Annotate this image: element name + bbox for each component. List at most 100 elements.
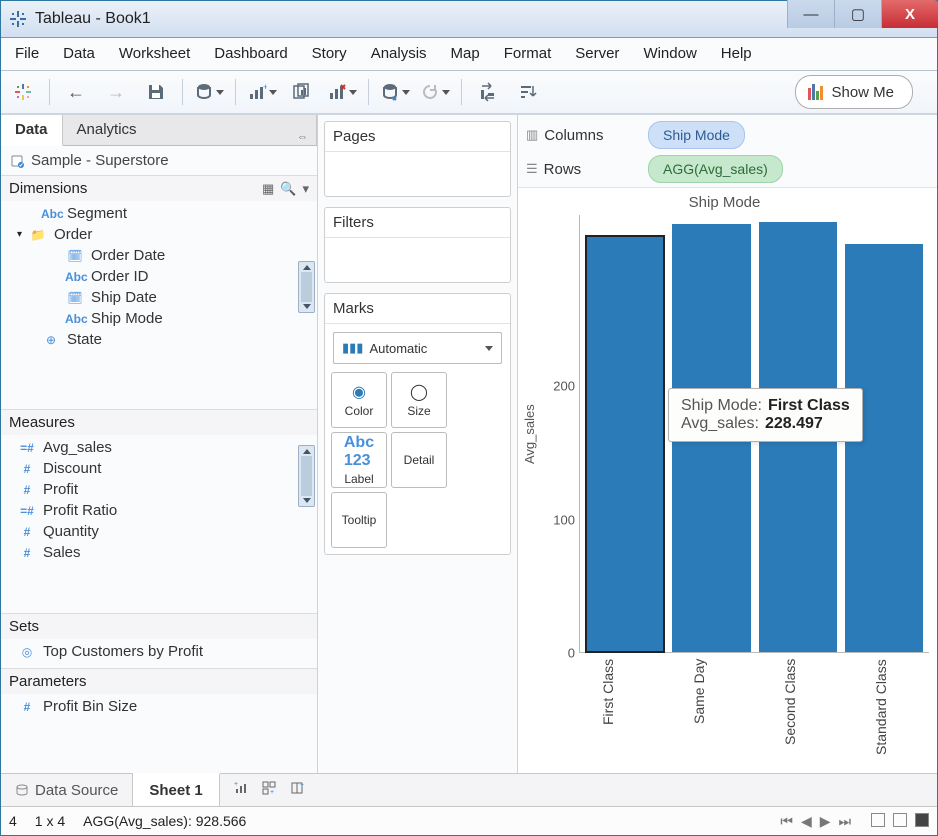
tooltip-val2: 228.497 — [765, 415, 823, 433]
arrow-left-icon: ← — [67, 82, 85, 103]
scrollbar[interactable] — [298, 445, 315, 507]
dim-state[interactable]: ⊕State — [1, 329, 317, 350]
chart-title: Ship Mode — [520, 194, 929, 211]
menu-map[interactable]: Map — [439, 38, 492, 70]
new-worksheet-button[interactable]: + — [244, 76, 280, 108]
arrow-right-icon: → — [107, 82, 125, 103]
menu-analysis[interactable]: Analysis — [359, 38, 439, 70]
save-button[interactable] — [138, 76, 174, 108]
clear-sheet-button[interactable] — [324, 76, 360, 108]
forward-button[interactable]: → — [98, 76, 134, 108]
menu-server[interactable]: Server — [563, 38, 631, 70]
number-icon: # — [17, 462, 37, 476]
minimize-button[interactable]: — — [787, 0, 834, 28]
mark-type-select[interactable]: ▮▮▮ Automatic — [333, 332, 502, 364]
maximize-button[interactable]: ▢ — [834, 0, 881, 28]
meas-discount[interactable]: #Discount — [1, 458, 317, 479]
pages-shelf[interactable] — [325, 152, 510, 196]
sheet1-tab[interactable]: Sheet 1 — [133, 773, 219, 806]
tooltip-val1: First Class — [768, 397, 850, 415]
bar[interactable] — [586, 236, 664, 652]
rows-shelf[interactable]: ☰Rows AGG(Avg_sales) — [526, 155, 929, 183]
app-window: Tableau - Book1 — ▢ X File Data Workshee… — [0, 0, 938, 836]
menu-help[interactable]: Help — [709, 38, 764, 70]
filters-card: Filters — [324, 207, 511, 283]
dim-order-folder[interactable]: ▾📁Order — [1, 224, 317, 245]
menu-file[interactable]: File — [3, 38, 51, 70]
new-story-icon[interactable]: + — [290, 781, 304, 800]
bar[interactable] — [845, 244, 923, 652]
globe-icon: ⊕ — [41, 333, 61, 347]
color-icon: ◉ — [352, 382, 366, 402]
rows-pill[interactable]: AGG(Avg_sales) — [648, 155, 783, 183]
dim-ship-date[interactable]: 🗓Ship Date — [1, 287, 317, 308]
new-dashboard-icon[interactable]: + — [262, 781, 276, 800]
nav-last-icon[interactable]: ⏭ — [839, 813, 852, 830]
meas-profit[interactable]: #Profit — [1, 479, 317, 500]
search-icon[interactable]: 🔍 — [280, 181, 296, 197]
columns-pill[interactable]: Ship Mode — [648, 121, 745, 149]
swap-button[interactable] — [470, 76, 506, 108]
view-grid-icon[interactable] — [871, 813, 885, 827]
view-full-icon[interactable] — [915, 813, 929, 827]
meas-avg-sales[interactable]: =#Avg_sales — [1, 437, 317, 458]
mark-detail[interactable]: Detail — [391, 432, 447, 488]
mark-color[interactable]: ◉Color — [331, 372, 387, 428]
show-me-button[interactable]: Show Me — [795, 75, 913, 109]
dropdown-icon[interactable]: ▾ — [302, 181, 309, 197]
mark-size[interactable]: ◯Size — [391, 372, 447, 428]
set-top-customers[interactable]: ◎Top Customers by Profit — [1, 641, 317, 662]
sort-button[interactable] — [510, 76, 546, 108]
menu-data[interactable]: Data — [51, 38, 107, 70]
filters-shelf[interactable] — [325, 238, 510, 282]
sheet-actions: + + + — [220, 774, 318, 806]
connect-data-button[interactable] — [191, 76, 227, 108]
dim-segment[interactable]: AbcSegment — [1, 203, 317, 224]
back-button[interactable]: ← — [58, 76, 94, 108]
marks-card: Marks ▮▮▮ Automatic ◉Color ◯Size Abc123L… — [324, 293, 511, 555]
dim-order-id[interactable]: AbcOrder ID — [1, 266, 317, 287]
scrollbar[interactable] — [298, 261, 315, 313]
close-button[interactable]: X — [881, 0, 938, 28]
tooltip: Ship Mode:First Class Avg_sales:228.497 — [668, 388, 863, 442]
menu-dashboard[interactable]: Dashboard — [202, 38, 299, 70]
size-icon: ◯ — [410, 382, 428, 402]
nav-prev-icon[interactable]: ◀ — [801, 813, 812, 830]
tableau-logo-button[interactable] — [5, 76, 41, 108]
nav-next-icon[interactable]: ▶ — [820, 813, 831, 830]
meas-profit-ratio[interactable]: =#Profit Ratio — [1, 500, 317, 521]
refresh-button[interactable] — [417, 76, 453, 108]
svg-text:+: + — [263, 82, 267, 92]
tab-analytics-label: Analytics — [77, 121, 137, 138]
dimensions-header: Dimensions ▦ 🔍 ▾ — [1, 175, 317, 201]
view-list-icon[interactable] — [893, 813, 907, 827]
svg-text:+: + — [234, 781, 238, 788]
tooltip-key1: Ship Mode: — [681, 397, 762, 415]
data-source-row[interactable]: Sample - Superstore — [1, 146, 317, 175]
menu-format[interactable]: Format — [492, 38, 564, 70]
mark-tooltip[interactable]: Tooltip — [331, 492, 387, 548]
mark-label[interactable]: Abc123Label — [331, 432, 387, 488]
number-icon: # — [17, 546, 37, 560]
param-profit-bin[interactable]: #Profit Bin Size — [1, 696, 317, 717]
dim-ship-mode[interactable]: AbcShip Mode — [1, 308, 317, 329]
meas-quantity[interactable]: #Quantity — [1, 521, 317, 542]
view-icon[interactable]: ▦ — [262, 181, 274, 197]
menu-story[interactable]: Story — [300, 38, 359, 70]
auto-update-button[interactable] — [377, 76, 413, 108]
chevron-down-icon — [349, 90, 357, 95]
tab-analytics[interactable]: Analytics ⇔ — [63, 115, 317, 145]
data-source-tab[interactable]: Data Source — [1, 774, 133, 806]
tab-data[interactable]: Data — [1, 115, 63, 146]
dim-order-date[interactable]: 🗓Order Date — [1, 245, 317, 266]
meas-sales[interactable]: #Sales — [1, 542, 317, 563]
y-tick-label: 200 — [553, 379, 575, 394]
menu-worksheet[interactable]: Worksheet — [107, 38, 202, 70]
columns-label: Columns — [544, 127, 603, 144]
menu-window[interactable]: Window — [631, 38, 708, 70]
duplicate-sheet-button[interactable] — [284, 76, 320, 108]
columns-shelf[interactable]: ▥Columns Ship Mode — [526, 121, 929, 149]
new-worksheet-icon[interactable]: + — [234, 781, 248, 800]
folder-icon: 📁 — [28, 228, 48, 242]
nav-first-icon[interactable]: ⏮ — [780, 813, 793, 830]
